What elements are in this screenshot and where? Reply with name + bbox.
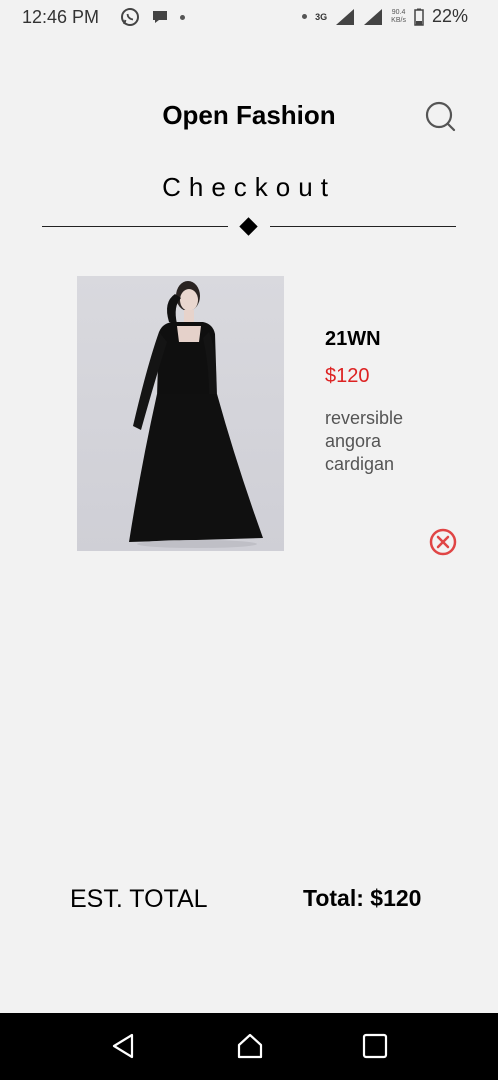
divider-line-right [270,226,456,227]
status-dot [302,14,308,19]
page-title: Checkout [162,172,336,202]
close-circle-icon [429,528,457,556]
search-icon [425,101,456,132]
back-button[interactable] [108,1031,138,1061]
system-nav-bar [0,1013,498,1080]
net-speed-unit: KB/s [391,16,406,24]
product-description: reversible angora cardigan [325,408,404,474]
signal-icon [336,8,355,25]
product-image[interactable] [77,276,284,551]
remove-item-button[interactable] [428,527,458,557]
status-right: 3G 90.4 KB/s 22% [302,6,468,27]
recent-apps-icon [362,1033,388,1059]
back-triangle-icon [112,1033,134,1059]
home-icon [237,1033,263,1059]
recent-apps-button[interactable] [360,1031,390,1061]
dress-model-illustration [129,281,263,548]
whatsapp-icon [121,8,139,26]
divider-diamond-icon [239,217,258,236]
more-notifications-dot [180,14,185,20]
home-button[interactable] [235,1031,265,1061]
product-price: $120 [325,365,370,387]
message-icon [153,11,167,23]
search-button[interactable] [420,98,460,138]
notification-icons [120,7,185,27]
status-bar: 12:46 PM 3G 90.4 KB/s 22% [0,0,498,34]
product-brand: 21WN [325,328,381,350]
signal-icon-2 [364,8,383,25]
net-speed: 90.4 KB/s [391,9,406,25]
battery-icon [414,8,424,26]
battery-level: 22% [431,6,468,26]
total-value: Total: $120 [303,885,422,911]
status-time: 12:46 PM [22,7,100,27]
network-type: 3G [315,11,328,22]
net-speed-value: 90.4 [391,8,406,16]
divider-line-left [42,226,228,227]
est-total-label: EST. TOTAL [70,885,208,913]
